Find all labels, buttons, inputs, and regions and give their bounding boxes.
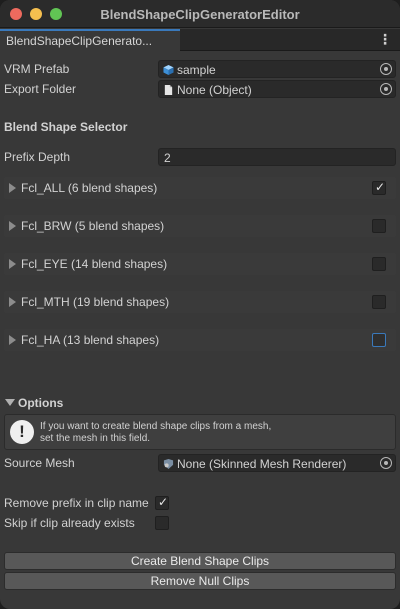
export-folder-value: None (Object) — [177, 83, 252, 97]
prefix-depth-input[interactable]: 2 — [158, 148, 396, 166]
prefix-depth-label: Prefix Depth — [4, 150, 71, 164]
blend-group-label: Fcl_HA (13 blend shapes) — [21, 333, 160, 347]
foldout-arrow-icon[interactable] — [9, 221, 16, 231]
vrm-prefab-label: VRM Prefab — [4, 62, 70, 76]
blend-group-label: Fcl_MTH (19 blend shapes) — [21, 295, 170, 309]
foldout-arrow-icon[interactable] — [9, 259, 16, 269]
skip-existing-label: Skip if clip already exists — [4, 516, 135, 530]
foldout-arrow-icon[interactable] — [9, 335, 16, 345]
vrm-prefab-value: sample — [177, 63, 216, 77]
remove-null-clips-button[interactable]: Remove Null Clips — [4, 572, 396, 590]
source-mesh-label: Source Mesh — [4, 456, 75, 470]
blend-group-row[interactable]: Fcl_BRW (5 blend shapes) — [4, 215, 396, 237]
source-mesh-value: None (Skinned Mesh Renderer) — [177, 457, 347, 471]
blend-group-checkbox[interactable] — [372, 257, 386, 271]
remove-prefix-row: Remove prefix in clip name ✓ — [4, 494, 396, 512]
skip-existing-checkbox[interactable] — [155, 516, 169, 530]
export-folder-label: Export Folder — [4, 82, 77, 96]
blend-shape-selector-heading: Blend Shape Selector — [4, 120, 128, 134]
source-mesh-field[interactable]: None (Skinned Mesh Renderer) — [158, 454, 396, 472]
title-bar: BlendShapeClipGeneratorEditor — [0, 0, 400, 28]
blend-group-row[interactable]: Fcl_ALL (6 blend shapes) ✓ — [4, 177, 396, 199]
blend-group-checkbox[interactable] — [372, 219, 386, 233]
editor-window: BlendShapeClipGeneratorEditor BlendShape… — [0, 0, 400, 609]
remove-prefix-checkbox[interactable]: ✓ — [155, 495, 169, 510]
checkmark-icon: ✓ — [158, 495, 169, 509]
blend-group-checkbox[interactable] — [372, 295, 386, 309]
foldout-arrow-icon[interactable] — [9, 297, 16, 307]
vrm-prefab-field[interactable]: sample — [158, 60, 396, 78]
blend-group-row[interactable]: Fcl_HA (13 blend shapes) — [4, 329, 396, 351]
object-picker-icon[interactable] — [380, 63, 392, 75]
document-icon — [164, 84, 173, 96]
vrm-prefab-row: VRM Prefab sample — [4, 60, 396, 78]
help-box: ! If you want to create blend shape clip… — [4, 414, 396, 450]
blend-group-checkbox[interactable] — [372, 333, 386, 347]
object-picker-icon[interactable] — [380, 83, 392, 95]
options-heading: Options — [18, 396, 64, 410]
blend-group-row[interactable]: Fcl_MTH (19 blend shapes) — [4, 291, 396, 313]
blend-group-label: Fcl_EYE (14 blend shapes) — [21, 257, 168, 271]
info-exclamation-icon: ! — [10, 420, 34, 444]
blend-group-row[interactable]: Fcl_EYE (14 blend shapes) — [4, 253, 396, 275]
foldout-arrow-icon[interactable] — [9, 183, 16, 193]
blend-group-label: Fcl_ALL (6 blend shapes) — [21, 181, 158, 195]
remove-prefix-label: Remove prefix in clip name — [4, 496, 149, 510]
export-folder-field[interactable]: None (Object) — [158, 80, 396, 98]
window-title: BlendShapeClipGeneratorEditor — [100, 7, 300, 22]
tab-editor[interactable]: BlendShapeClipGenerato... — [0, 29, 180, 51]
options-foldout[interactable]: Options — [4, 394, 396, 412]
blend-group-checkbox[interactable]: ✓ — [372, 180, 386, 195]
skinned-mesh-icon — [163, 458, 174, 470]
help-line-1: If you want to create blend shape clips … — [40, 421, 272, 432]
tab-bar: BlendShapeClipGenerato... ⋮ — [0, 29, 400, 51]
prefix-depth-row: Prefix Depth 2 — [4, 148, 396, 166]
create-blend-shape-clips-button[interactable]: Create Blend Shape Clips — [4, 552, 396, 570]
skip-existing-row: Skip if clip already exists — [4, 514, 396, 532]
object-picker-icon[interactable] — [380, 457, 392, 469]
help-text: If you want to create blend shape clips … — [40, 421, 271, 445]
kebab-menu-icon[interactable]: ⋮ — [378, 32, 392, 48]
foldout-open-arrow-icon[interactable] — [5, 399, 15, 406]
checkmark-icon: ✓ — [375, 180, 386, 194]
help-line-2: set the mesh in this field. — [40, 433, 151, 444]
prefab-cube-icon — [163, 64, 174, 76]
blend-group-label: Fcl_BRW (5 blend shapes) — [21, 219, 165, 233]
export-folder-row: Export Folder None (Object) — [4, 80, 396, 98]
source-mesh-row: Source Mesh None (Skinned Mesh Renderer) — [4, 454, 396, 472]
